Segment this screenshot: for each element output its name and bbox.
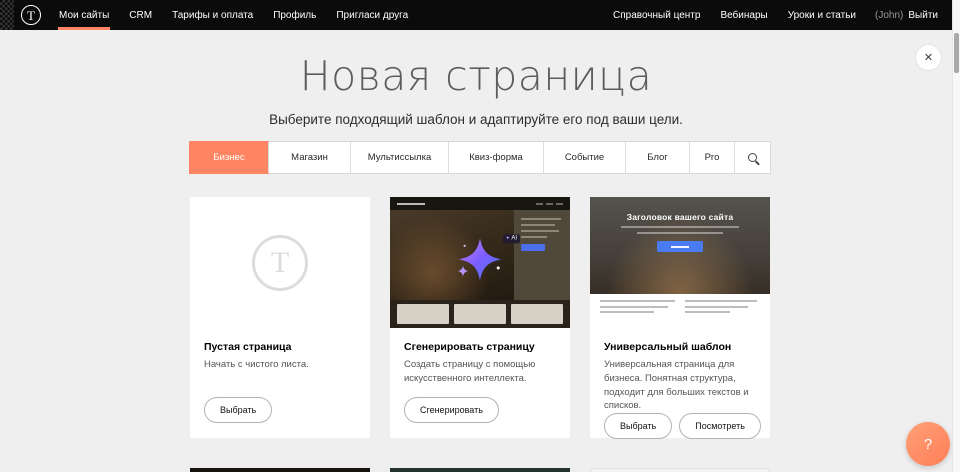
universal-template-preview[interactable]: Заголовок вашего сайта — [590, 197, 770, 328]
page-title: Новая страница — [0, 52, 952, 100]
preview-cta-placeholder — [521, 244, 545, 251]
card-body: Универсальный шаблон Универсальная стран… — [590, 328, 770, 454]
template-cards-row: T Пустая страница Начать с чистого листа… — [190, 197, 770, 438]
tab-quiz-form[interactable]: Квиз-форма — [448, 142, 543, 173]
preview-hero-section: Заголовок вашего сайта — [590, 197, 770, 294]
search-icon — [748, 153, 757, 162]
tilda-logo[interactable]: T — [21, 5, 41, 25]
tab-search[interactable] — [734, 142, 770, 173]
ai-star-icon — [457, 236, 503, 282]
card-universal-template: Заголовок вашего сайта Универсальный шаб… — [590, 197, 770, 438]
choose-blank-button[interactable]: Выбрать — [204, 397, 272, 423]
blank-page-preview[interactable]: T — [190, 197, 370, 328]
nav-webinars[interactable]: Вебинары — [710, 0, 777, 30]
template-card-partial[interactable] — [190, 468, 370, 472]
preview-site-topbar — [390, 197, 570, 210]
close-button[interactable]: ✕ — [916, 45, 941, 70]
card-ai-generate: ✦ AI Сгенерировать страницу Создать стра… — [390, 197, 570, 438]
user-name: (John) — [866, 0, 905, 30]
card-blank-page: T Пустая страница Начать с чистого листа… — [190, 197, 370, 438]
card-actions: Выбрать — [204, 397, 356, 423]
view-template-button[interactable]: Посмотреть — [679, 413, 761, 439]
page-subtitle: Выберите подходящий шаблон и адаптируйте… — [0, 112, 952, 127]
tilda-logo-watermark-icon: T — [252, 235, 308, 291]
template-category-tabs: Бизнес Магазин Мультиссылка Квиз-форма С… — [190, 142, 770, 173]
card-title: Универсальный шаблон — [604, 341, 756, 353]
card-description: Универсальная страница для бизнеса. Поня… — [604, 358, 756, 413]
card-description: Начать с чистого листа. — [204, 358, 356, 372]
main-nav: Мои сайты CRM Тарифы и оплата Профиль Пр… — [49, 0, 418, 30]
logout-link[interactable]: Выйти — [905, 0, 952, 30]
ai-badge: ✦ AI — [503, 234, 520, 243]
preview-logo-placeholder — [397, 203, 425, 205]
card-actions: Выбрать Посмотреть — [604, 413, 756, 439]
tab-multilink[interactable]: Мультиссылка — [350, 142, 448, 173]
preview-text-panel — [514, 210, 570, 300]
nav-my-sites[interactable]: Мои сайты — [49, 0, 119, 30]
nav-lessons[interactable]: Уроки и статьи — [778, 0, 866, 30]
preview-text-column — [600, 300, 675, 322]
nav-tariffs[interactable]: Тарифы и оплата — [162, 0, 263, 30]
nav-profile[interactable]: Профиль — [263, 0, 326, 30]
card-body: Сгенерировать страницу Создать страницу … — [390, 328, 570, 438]
watermark-letter: T — [271, 246, 289, 280]
close-icon: ✕ — [924, 51, 933, 64]
template-card-partial[interactable] — [390, 468, 570, 472]
preview-text-line — [621, 226, 739, 228]
tab-shop[interactable]: Магазин — [268, 142, 350, 173]
nav-invite-friend[interactable]: Пригласи друга — [326, 0, 418, 30]
tab-blog[interactable]: Блог — [625, 142, 689, 173]
ai-star-group: ✦ AI — [457, 236, 503, 282]
ai-badge-label: AI — [511, 235, 517, 241]
secondary-nav: Справочный центр Вебинары Уроки и статьи… — [603, 0, 952, 30]
card-title: Пустая страница — [204, 341, 356, 353]
preview-text-column — [685, 300, 760, 322]
preview-site-heading: Заголовок вашего сайта — [590, 212, 770, 222]
card-body: Пустая страница Начать с чистого листа. … — [190, 328, 370, 438]
nav-crm[interactable]: CRM — [119, 0, 162, 30]
scrollbar[interactable] — [952, 0, 960, 472]
preview-card-thumbnails — [390, 300, 570, 328]
choose-template-button[interactable]: Выбрать — [604, 413, 672, 439]
preview-blue-button — [657, 241, 703, 252]
topbar: T Мои сайты CRM Тарифы и оплата Профиль … — [0, 0, 952, 30]
ai-spark-icon: ✦ — [506, 236, 510, 241]
tab-event[interactable]: Событие — [543, 142, 625, 173]
card-description: Создать страницу с помощью искусственног… — [404, 358, 556, 386]
generate-button[interactable]: Сгенерировать — [404, 397, 499, 423]
tab-business[interactable]: Бизнес — [190, 142, 268, 173]
preview-text-section — [590, 294, 770, 328]
card-actions: Сгенерировать — [404, 397, 556, 423]
preview-menu-placeholder — [536, 203, 563, 205]
card-title: Сгенерировать страницу — [404, 341, 556, 353]
tab-pro[interactable]: Pro — [689, 142, 734, 173]
help-icon: ? — [924, 436, 932, 453]
tilda-pixel-pattern — [0, 0, 14, 30]
logo-letter: T — [27, 9, 35, 22]
nav-help-center[interactable]: Справочный центр — [603, 0, 710, 30]
template-card-partial[interactable] — [590, 468, 770, 472]
help-button[interactable]: ? — [906, 422, 950, 466]
preview-text-line — [637, 232, 723, 234]
ai-generate-preview[interactable]: ✦ AI — [390, 197, 570, 328]
scrollbar-thumb[interactable] — [954, 33, 959, 73]
